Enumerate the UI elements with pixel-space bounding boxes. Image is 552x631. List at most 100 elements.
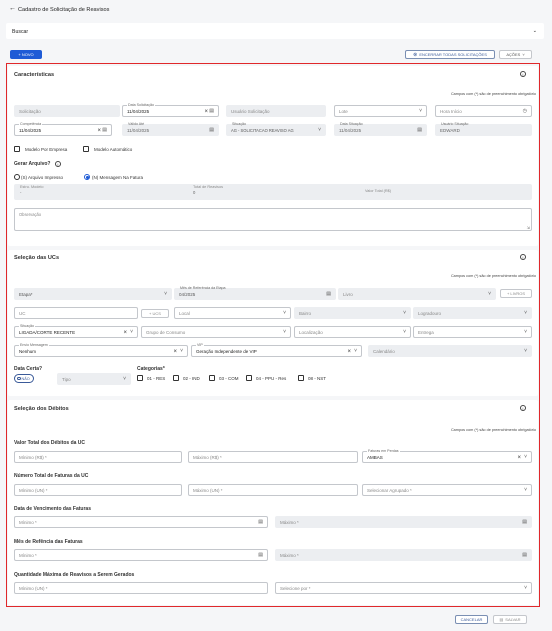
chevron-down-icon: ˅ [524, 348, 527, 354]
clear-icon[interactable]: × [517, 455, 521, 461]
mes-ref-field[interactable]: Mês de Referência da Etapa 04/2025 ▤ [174, 286, 336, 300]
qtd-min-input[interactable]: Mínimo (UN) * [14, 582, 268, 594]
resize-handle-icon[interactable]: ⇲ [527, 225, 530, 230]
localizacao-select[interactable]: Localização ˅ [294, 326, 411, 338]
chevron-down-icon: ˅ [180, 348, 183, 354]
etapa-select[interactable]: Etapa* ˅ [14, 288, 172, 300]
ucs-button[interactable]: + UCS [141, 308, 169, 318]
modelo-automatico-checkbox[interactable] [83, 146, 89, 152]
field-label: Competência [19, 122, 43, 126]
chevron-down-icon: ˅ [283, 329, 286, 335]
info-icon[interactable]: i [55, 160, 61, 167]
calendar-icon[interactable]: ▤ [522, 553, 527, 558]
total-reavisos: Total de Reavisos 0 [193, 185, 223, 195]
selecione-por-select[interactable]: Selecione por * ˅ [275, 582, 532, 594]
calendar-icon[interactable]: ▤ [102, 128, 107, 133]
max-rs-input[interactable]: Máximo (R$) * [188, 451, 358, 463]
data-certa-toggle[interactable]: NÃO [14, 374, 34, 383]
grupo-consumo-select[interactable]: Grupo de Consumo ˅ [141, 326, 291, 338]
mes-max-field[interactable]: Máximo * ▤ [275, 549, 532, 561]
logradouro-select[interactable]: Logradouro ˅ [413, 307, 532, 319]
save-icon: ▤ [499, 617, 504, 622]
clear-icon[interactable]: × [204, 109, 208, 115]
data-solicitacao-field[interactable]: Data Solicitação 11/04/2025 × ▤ [122, 103, 219, 117]
faturas-perdas-select[interactable]: Faturas em Perdas AMBAS × ˅ [362, 449, 532, 463]
calendar-icon[interactable]: ▤ [258, 553, 263, 558]
clear-icon[interactable]: × [347, 349, 351, 355]
valido-ate-field: Válido Até 11/04/2025 ▤ [122, 122, 219, 136]
observacao-textarea[interactable]: Observação ⇲ [14, 208, 532, 231]
chevron-down-icon: ˅ [522, 52, 525, 57]
search-label: Buscar [12, 28, 29, 35]
venc-max-field[interactable]: Máximo * ▤ [275, 516, 532, 528]
new-button[interactable]: + NOVO [10, 50, 42, 59]
livro-select[interactable]: Livro ˅ [338, 288, 496, 300]
gerar-arquivo-label: Gerar Arquivo? [14, 161, 51, 167]
calendar-icon[interactable]: ▤ [209, 109, 214, 114]
save-button[interactable]: ▤ SALVAR [493, 615, 527, 624]
calendario-select[interactable]: Calendário ˅ [368, 345, 532, 357]
envio-mensagem-select[interactable]: Envio Mensagem Nenhum × ˅ [14, 343, 188, 357]
min-un-input[interactable]: Mínimo (UN) * [14, 484, 182, 496]
actions-button[interactable]: AÇÕES ˅ [499, 50, 532, 59]
header: ← Cadastro de Solicitação de Reavisos [0, 0, 552, 18]
category-checkbox[interactable] [298, 375, 304, 381]
required-note: Campos com (*) são de preenchimento obri… [450, 274, 536, 278]
competencia-field[interactable]: Competência 11/04/2025 × ▤ [14, 122, 112, 136]
section-debitos: Seleção dos Débitos i Campos com (*) são… [8, 400, 538, 605]
situacao-select[interactable]: Situação LIGADA/CORTE RECENTE × ˅ [14, 324, 138, 338]
search-bar[interactable]: Buscar ⌄ [6, 23, 544, 39]
valor-total-label: Valor Total dos Débitos da UC [14, 440, 86, 446]
clear-icon[interactable]: × [97, 128, 101, 134]
hora-inicio-field[interactable]: Hora Início ◷ [435, 105, 532, 117]
section-title: Características [14, 72, 55, 78]
field-value: 04/2025 [179, 291, 196, 297]
radio-s-label: (S) Arquivo Impresso [21, 174, 64, 180]
category-label: 01 - RES [147, 375, 166, 381]
clear-icon[interactable]: × [173, 349, 177, 355]
bairro-select[interactable]: Bairro ˅ [294, 307, 411, 319]
min-rs-input[interactable]: Mínimo (R$) * [14, 451, 182, 463]
tipo-select[interactable]: Tipo ˅ [57, 373, 131, 385]
calendar-icon[interactable]: ▤ [258, 520, 263, 525]
venc-min-field[interactable]: Mínimo * ▤ [14, 516, 268, 528]
category-label: 08 - NST [308, 375, 327, 381]
calendar-icon[interactable]: ▤ [326, 292, 331, 297]
cancel-button[interactable]: CANCELAR [455, 615, 488, 624]
max-un-input[interactable]: Máximo (UN) * [188, 484, 358, 496]
entrega-select[interactable]: Entrega ˅ [413, 326, 532, 338]
calendar-icon[interactable]: ▤ [522, 520, 527, 525]
info-icon[interactable]: i [520, 405, 526, 411]
info-icon[interactable]: i [520, 71, 526, 77]
modelo-empresa-label: Modelo Por Empresa [25, 146, 68, 152]
category-checkbox[interactable] [173, 375, 179, 381]
close-all-button[interactable]: ⊗ ENCERRAR TODAS SOLICITAÇÕES [405, 50, 495, 59]
vip-select[interactable]: VIP Geração Independente de VIP × ˅ [191, 343, 362, 357]
field-value: EDWARD [440, 127, 460, 133]
radio-s[interactable] [14, 174, 20, 180]
radio-n[interactable] [84, 174, 90, 180]
info-icon[interactable]: i [520, 254, 526, 260]
chevron-down-icon: ˅ [318, 127, 321, 133]
chevron-down-icon: ˅ [524, 310, 527, 316]
modelo-automatico-label: Modelo Automático [94, 146, 133, 152]
field-value: Nenhum [19, 348, 37, 354]
page-title: Cadastro de Solicitação de Reavisos [18, 6, 110, 13]
local-select[interactable]: Local ˅ [174, 307, 291, 319]
clock-icon[interactable]: ◷ [523, 109, 527, 114]
livros-button[interactable]: + LIVROS [500, 289, 532, 298]
chevron-down-icon: ˅ [524, 585, 527, 591]
category-checkbox[interactable] [209, 375, 215, 381]
clear-icon[interactable]: × [123, 330, 127, 336]
category-checkbox[interactable] [137, 375, 143, 381]
close-circle-icon: ⊗ [413, 51, 418, 58]
agrupado-select[interactable]: Selecionar Agrupado * ˅ [362, 484, 532, 496]
category-checkbox[interactable] [246, 375, 252, 381]
arrow-left-icon[interactable]: ← [9, 5, 16, 12]
radio-n-label: (N) Mensagem Na Fatura [92, 174, 144, 180]
modelo-empresa-checkbox[interactable] [14, 146, 20, 152]
field-value: 11/04/2025 [127, 127, 150, 133]
uc-input[interactable]: UC [14, 307, 138, 319]
lote-select[interactable]: Lote ˅ [334, 105, 427, 117]
mes-min-field[interactable]: Mínimo * ▤ [14, 549, 268, 561]
